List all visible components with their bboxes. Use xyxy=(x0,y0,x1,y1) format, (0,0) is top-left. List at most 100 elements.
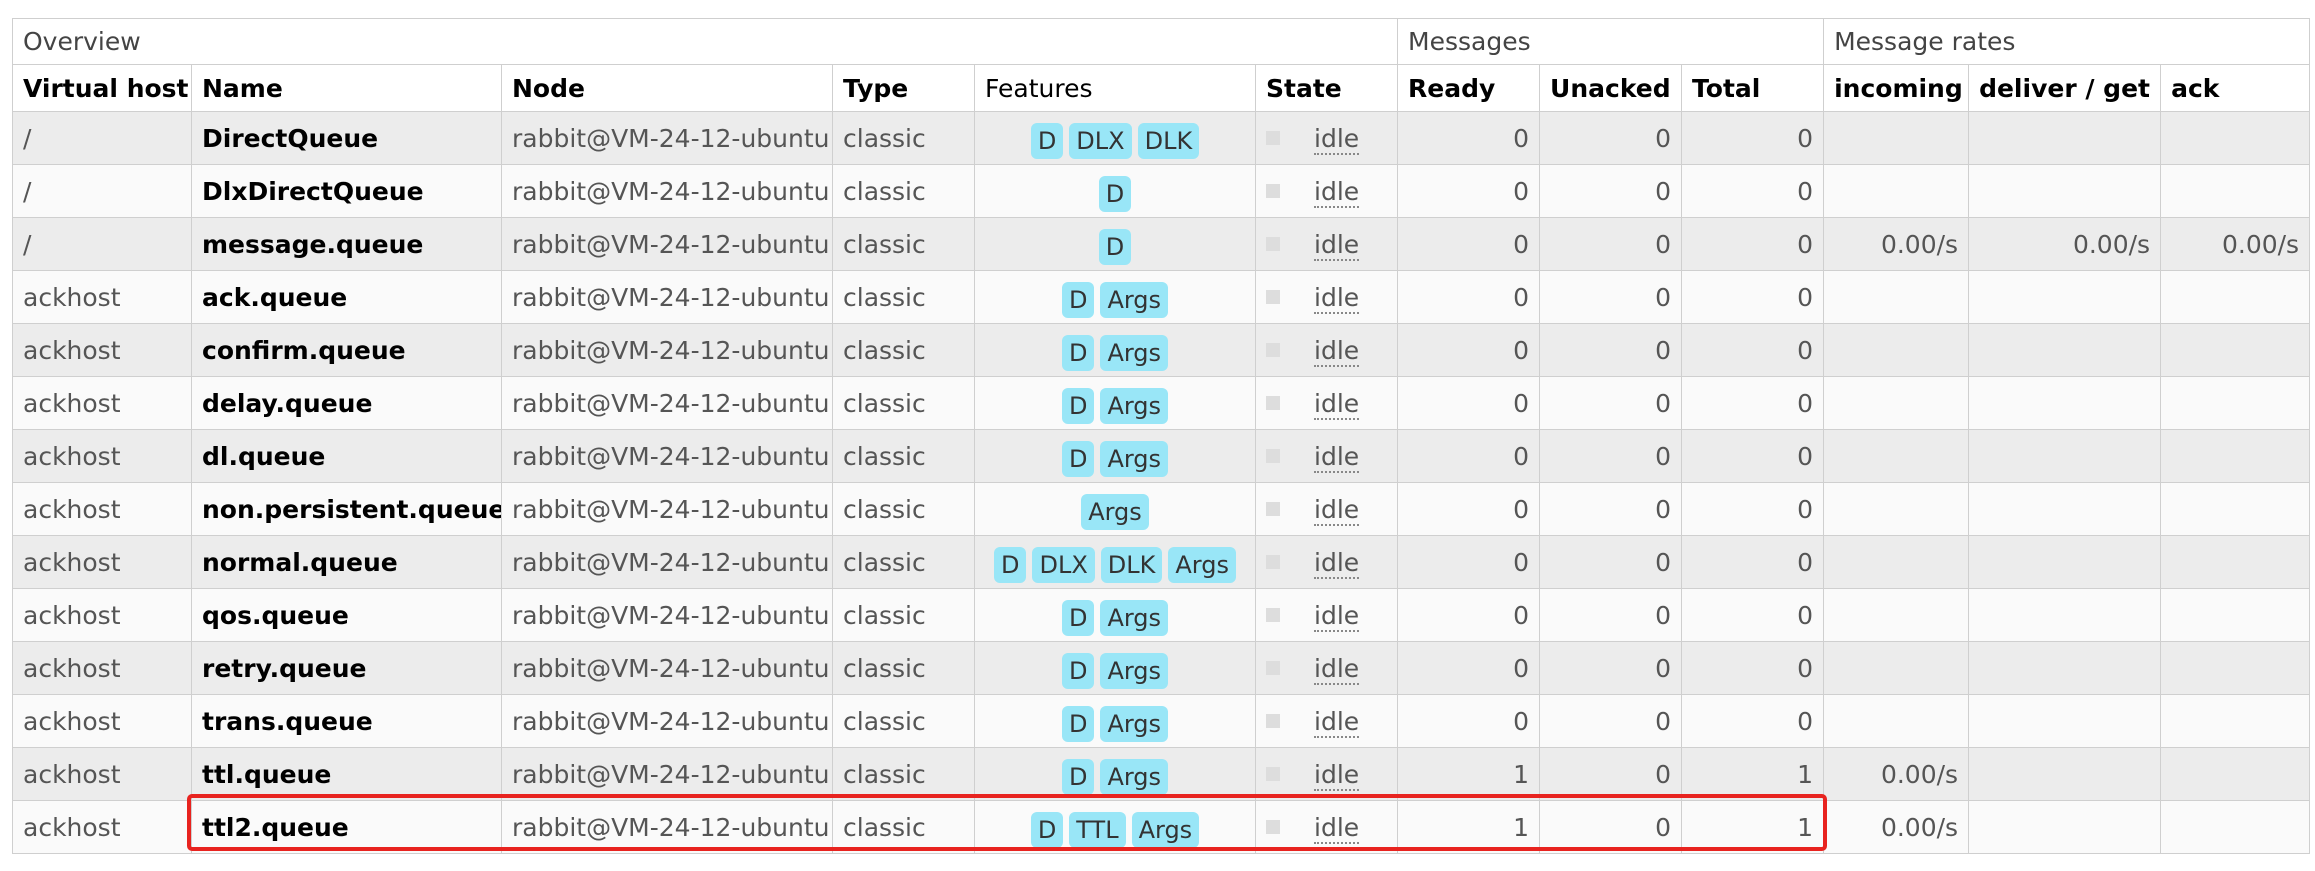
node-cell: rabbit@VM-24-12-ubuntu xyxy=(501,535,833,589)
incoming-rate-cell: 0.00/s xyxy=(1823,747,1970,801)
type-column-header[interactable]: Type xyxy=(832,64,975,112)
incoming-rate-cell xyxy=(1823,535,1970,589)
deliver-get-rate-cell: 0.00/s xyxy=(1968,217,2162,271)
queue-name-link[interactable]: ttl2.queue xyxy=(191,800,502,854)
node-cell: rabbit@VM-24-12-ubuntu xyxy=(501,376,833,430)
state-label: idle xyxy=(1314,123,1360,155)
queue-row: / DlxDirectQueue rabbit@VM-24-12-ubuntu … xyxy=(12,164,2311,218)
unacked-column-header[interactable]: Unacked xyxy=(1539,64,1683,112)
unacked-cell: 0 xyxy=(1539,747,1683,801)
incoming-rate-cell xyxy=(1823,694,1970,748)
vhost-cell: ackhost xyxy=(12,429,192,483)
feature-badge: Args xyxy=(1100,600,1169,636)
unacked-cell: 0 xyxy=(1539,694,1683,748)
vhost-cell: ackhost xyxy=(12,376,192,430)
deliver-get-column-header[interactable]: deliver / get xyxy=(1968,64,2162,112)
queue-name-link[interactable]: retry.queue xyxy=(191,641,502,695)
features-cell: D Args xyxy=(974,429,1256,483)
ack-column-header[interactable]: ack xyxy=(2160,64,2311,112)
total-cell: 0 xyxy=(1681,323,1825,377)
total-cell: 0 xyxy=(1681,376,1825,430)
ready-cell: 0 xyxy=(1397,482,1541,536)
total-cell: 1 xyxy=(1681,800,1825,854)
ack-rate-cell xyxy=(2160,482,2311,536)
feature-badge: D xyxy=(1098,229,1132,265)
feature-badge: Args xyxy=(1100,706,1169,742)
features-cell: D Args xyxy=(974,747,1256,801)
incoming-rate-cell: 0.00/s xyxy=(1823,217,1970,271)
incoming-rate-cell xyxy=(1823,164,1970,218)
queue-name-link[interactable]: confirm.queue xyxy=(191,323,502,377)
node-cell: rabbit@VM-24-12-ubuntu xyxy=(501,588,833,642)
queue-name-link[interactable]: ttl.queue xyxy=(191,747,502,801)
feature-badge: D xyxy=(1030,812,1064,848)
state-column-header[interactable]: State xyxy=(1254,64,1399,112)
queue-name-link[interactable]: message.queue xyxy=(191,217,502,271)
node-cell: rabbit@VM-24-12-ubuntu xyxy=(501,641,833,695)
node-cell: rabbit@VM-24-12-ubuntu xyxy=(501,482,833,536)
node-cell: rabbit@VM-24-12-ubuntu xyxy=(501,800,833,854)
deliver-get-rate-cell xyxy=(1968,482,2162,536)
feature-badge: Args xyxy=(1131,812,1200,848)
ready-column-header[interactable]: Ready xyxy=(1397,64,1541,112)
queue-rows: / DirectQueue rabbit@VM-24-12-ubuntu cla… xyxy=(12,111,2311,854)
type-cell: classic xyxy=(832,747,975,801)
queue-name-link[interactable]: ack.queue xyxy=(191,270,502,324)
state-label: idle xyxy=(1314,176,1360,208)
queue-name-link[interactable]: DlxDirectQueue xyxy=(191,164,502,218)
node-cell: rabbit@VM-24-12-ubuntu xyxy=(501,429,833,483)
node-cell: rabbit@VM-24-12-ubuntu xyxy=(501,217,833,271)
ready-cell: 0 xyxy=(1397,588,1541,642)
state-label: idle xyxy=(1314,335,1360,367)
unacked-cell: 0 xyxy=(1539,376,1683,430)
ack-rate-cell xyxy=(2160,747,2311,801)
queue-name-link[interactable]: dl.queue xyxy=(191,429,502,483)
state-indicator-icon xyxy=(1266,819,1280,834)
features-cell: D DLX DLK xyxy=(974,111,1256,165)
ack-rate-cell xyxy=(2160,164,2311,218)
type-cell: classic xyxy=(832,429,975,483)
features-cell: D DLX DLK Args xyxy=(974,535,1256,589)
vhost-cell: ackhost xyxy=(12,535,192,589)
queue-name-link[interactable]: qos.queue xyxy=(191,588,502,642)
state-cell: idle xyxy=(1254,270,1399,324)
ready-cell: 0 xyxy=(1397,641,1541,695)
deliver-get-rate-cell xyxy=(1968,747,2162,801)
queue-row: ackhost ack.queue rabbit@VM-24-12-ubuntu… xyxy=(12,270,2311,324)
vhost-cell: / xyxy=(12,164,192,218)
ready-cell: 0 xyxy=(1397,217,1541,271)
features-cell: D TTL Args xyxy=(974,800,1256,854)
feature-badge: D xyxy=(994,547,1027,583)
total-cell: 1 xyxy=(1681,747,1825,801)
vhost-cell: ackhost xyxy=(12,747,192,801)
type-cell: classic xyxy=(832,800,975,854)
queue-name-link[interactable]: delay.queue xyxy=(191,376,502,430)
ready-cell: 1 xyxy=(1397,747,1541,801)
total-cell: 0 xyxy=(1681,270,1825,324)
feature-badge: Args xyxy=(1100,653,1169,689)
queues-panel: Overview Messages Message rates Virtual … xyxy=(11,18,2311,854)
feature-badge: DLK xyxy=(1100,547,1163,583)
queue-name-link[interactable]: non.persistent.queue xyxy=(191,482,502,536)
total-cell: 0 xyxy=(1681,482,1825,536)
overview-group-header: Overview xyxy=(11,18,1399,65)
queue-name-link[interactable]: trans.queue xyxy=(191,694,502,748)
incoming-column-header[interactable]: incoming xyxy=(1823,64,1970,112)
vhost-column-header[interactable]: Virtual host xyxy=(12,64,192,112)
queue-name-link[interactable]: DirectQueue xyxy=(191,111,502,165)
state-indicator-icon xyxy=(1266,713,1280,728)
unacked-cell: 0 xyxy=(1539,164,1683,218)
queue-row: ackhost confirm.queue rabbit@VM-24-12-ub… xyxy=(12,323,2311,377)
state-indicator-icon xyxy=(1266,448,1280,463)
feature-badge: Args xyxy=(1081,494,1149,530)
total-column-header[interactable]: Total xyxy=(1681,64,1825,112)
feature-badge: DLK xyxy=(1137,123,1200,159)
queue-row: / message.queue rabbit@VM-24-12-ubuntu c… xyxy=(12,217,2311,271)
ready-cell: 1 xyxy=(1397,800,1541,854)
name-column-header[interactable]: Name xyxy=(191,64,502,112)
node-cell: rabbit@VM-24-12-ubuntu xyxy=(501,270,833,324)
vhost-cell: ackhost xyxy=(12,482,192,536)
node-column-header[interactable]: Node xyxy=(501,64,833,112)
state-cell: idle xyxy=(1254,376,1399,430)
queue-name-link[interactable]: normal.queue xyxy=(191,535,502,589)
